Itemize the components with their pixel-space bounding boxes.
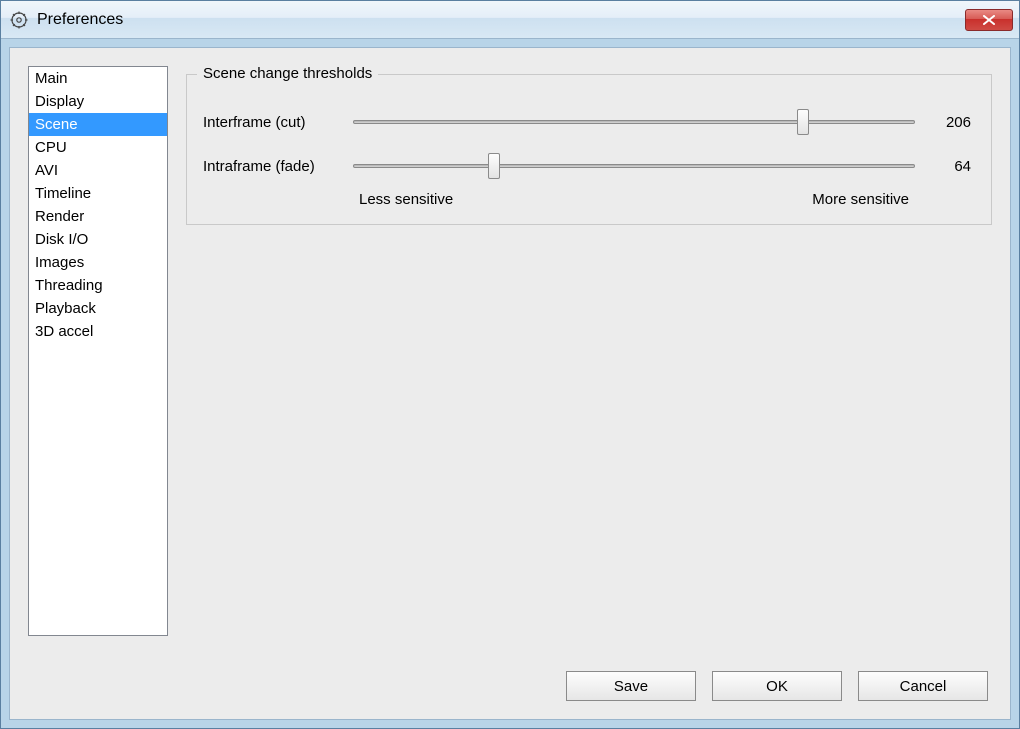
category-item[interactable]: 3D accel — [29, 320, 167, 343]
category-item[interactable]: Scene — [29, 113, 167, 136]
category-listbox[interactable]: MainDisplaySceneCPUAVITimelineRenderDisk… — [28, 66, 168, 636]
category-item[interactable]: Threading — [29, 274, 167, 297]
slider-thumb[interactable] — [797, 109, 809, 135]
interframe-row: Interframe (cut) 206 — [203, 107, 975, 137]
category-item[interactable]: Main — [29, 67, 167, 90]
dialog-buttons: Save OK Cancel — [10, 657, 1010, 719]
less-sensitive-label: Less sensitive — [359, 191, 453, 208]
slider-track — [353, 164, 915, 168]
preferences-window: Preferences MainDisplaySceneCPUAVITimeli… — [0, 0, 1020, 729]
more-sensitive-label: More sensitive — [812, 191, 909, 208]
ok-button[interactable]: OK — [712, 671, 842, 701]
titlebar: Preferences — [1, 1, 1019, 39]
category-item[interactable]: AVI — [29, 159, 167, 182]
category-item[interactable]: Display — [29, 90, 167, 113]
category-item[interactable]: CPU — [29, 136, 167, 159]
group-title: Scene change thresholds — [197, 65, 378, 82]
slider-track — [353, 120, 915, 124]
settings-pane: Scene change thresholds Interframe (cut)… — [186, 66, 992, 657]
category-item[interactable]: Disk I/O — [29, 228, 167, 251]
window-title: Preferences — [37, 11, 965, 29]
intraframe-label: Intraframe (fade) — [203, 158, 353, 175]
scene-thresholds-group: Scene change thresholds Interframe (cut)… — [186, 74, 992, 225]
intraframe-row: Intraframe (fade) 64 — [203, 151, 975, 181]
close-icon — [982, 15, 996, 25]
category-item[interactable]: Playback — [29, 297, 167, 320]
client-area: MainDisplaySceneCPUAVITimelineRenderDisk… — [9, 47, 1011, 720]
content-row: MainDisplaySceneCPUAVITimelineRenderDisk… — [10, 48, 1010, 657]
slider-thumb[interactable] — [488, 153, 500, 179]
sensitivity-legend: Less sensitive More sensitive — [203, 191, 975, 208]
category-item[interactable]: Images — [29, 251, 167, 274]
save-button[interactable]: Save — [566, 671, 696, 701]
intraframe-value: 64 — [915, 158, 975, 175]
close-button[interactable] — [965, 9, 1013, 31]
intraframe-slider[interactable] — [353, 151, 915, 181]
interframe-value: 206 — [915, 114, 975, 131]
category-item[interactable]: Render — [29, 205, 167, 228]
interframe-label: Interframe (cut) — [203, 114, 353, 131]
category-item[interactable]: Timeline — [29, 182, 167, 205]
interframe-slider[interactable] — [353, 107, 915, 137]
cancel-button[interactable]: Cancel — [858, 671, 988, 701]
app-icon — [9, 10, 29, 30]
